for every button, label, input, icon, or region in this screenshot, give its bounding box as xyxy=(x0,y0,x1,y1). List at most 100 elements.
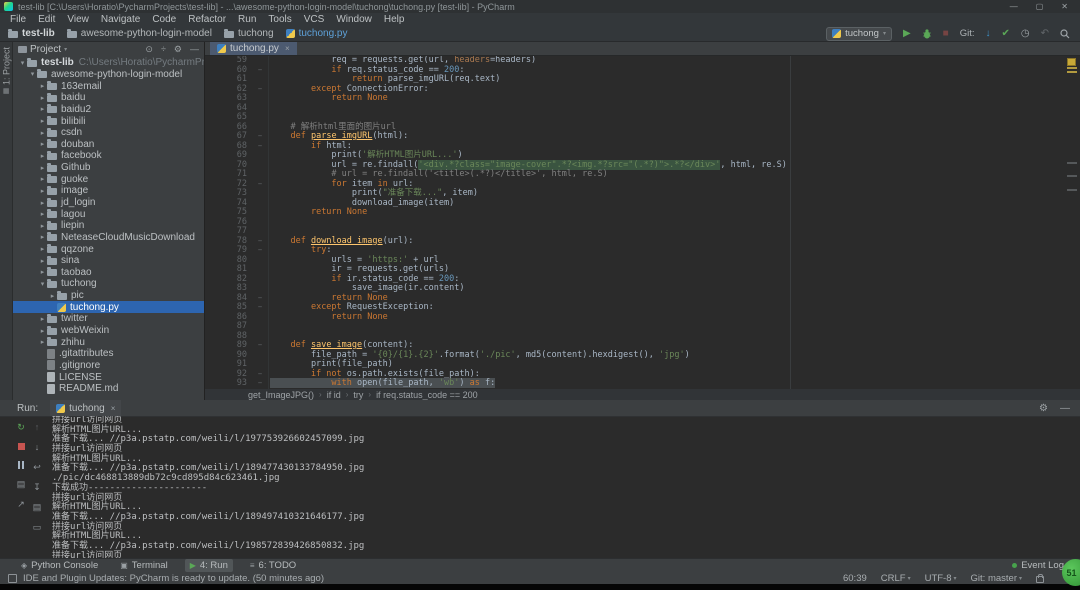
stop-icon[interactable] xyxy=(17,443,25,450)
minimize-panel-icon[interactable]: — xyxy=(1060,403,1070,414)
editor-breadcrumb-item[interactable]: try xyxy=(353,390,363,400)
maximize-button[interactable]: ▢ xyxy=(1036,2,1044,11)
breadcrumb-item[interactable]: awesome-python-login-model xyxy=(66,28,212,39)
editor-breadcrumb-item[interactable]: if id xyxy=(327,390,341,400)
arrow-right-icon[interactable]: ▸ xyxy=(38,82,47,90)
local-history-button[interactable]: ◷ xyxy=(1021,28,1030,39)
arrow-right-icon[interactable]: ▸ xyxy=(38,94,47,102)
gear-icon[interactable]: ⚙ xyxy=(1039,403,1048,414)
tree-item-tuchong[interactable]: ▾ tuchong xyxy=(13,278,204,290)
collapse-all-icon[interactable]: ÷ xyxy=(161,45,166,54)
arrow-right-icon[interactable]: ▸ xyxy=(38,222,47,230)
editor-breadcrumb-item[interactable]: if req.status_code == 200 xyxy=(376,390,478,400)
chevron-down-icon[interactable]: ▾ xyxy=(64,46,67,53)
fold-marker-icon[interactable]: − xyxy=(253,370,267,380)
fold-marker-icon[interactable]: − xyxy=(253,132,267,142)
tree-item-awesome-python-login-model[interactable]: ▾ awesome-python-login-model xyxy=(13,69,204,81)
fold-marker-icon[interactable]: − xyxy=(253,246,267,256)
run-console-output[interactable]: 拼接url访问网页 解析HTML图片URL... 准备下载... //p3a.pst… xyxy=(52,416,1076,558)
arrow-right-icon[interactable]: ▸ xyxy=(38,233,47,241)
close-button[interactable]: ✕ xyxy=(1061,2,1068,11)
status-widget-60-39[interactable]: 60:39 xyxy=(843,573,867,584)
arrow-down-icon[interactable]: ▾ xyxy=(38,280,47,288)
tree-item-taobao[interactable]: ▸ taobao xyxy=(13,267,204,279)
scrollend-icon[interactable]: ↧ xyxy=(33,483,41,492)
tree-item-github[interactable]: ▸ Github xyxy=(13,162,204,174)
arrow-right-icon[interactable]: ▸ xyxy=(38,129,47,137)
tree-item-tuchong-py[interactable]: tuchong.py xyxy=(13,301,204,314)
arrow-right-icon[interactable]: ▸ xyxy=(38,315,47,323)
arrow-right-icon[interactable]: ▸ xyxy=(38,187,47,195)
menu-run[interactable]: Run xyxy=(232,14,262,25)
editor-breadcrumb-item[interactable]: get_ImageJPG() xyxy=(248,390,314,400)
tree-item--gitattributes[interactable]: .gitattributes xyxy=(13,348,204,360)
arrow-right-icon[interactable]: ▸ xyxy=(38,210,47,218)
tree-item-test-lib[interactable]: ▾ test-lib C:\Users\Horatio\PycharmProject… xyxy=(13,57,204,69)
tree-item-license[interactable]: LICENSE xyxy=(13,371,204,383)
stripe-mark[interactable] xyxy=(1067,162,1077,164)
fold-marker-icon[interactable]: − xyxy=(253,180,267,190)
menu-navigate[interactable]: Navigate xyxy=(95,14,146,25)
up-icon[interactable]: ↑ xyxy=(35,423,40,432)
tree-item-guoke[interactable]: ▸ guoke xyxy=(13,173,204,185)
arrow-right-icon[interactable]: ▸ xyxy=(38,268,47,276)
toolwindow-button-4-run[interactable]: ▶ 4: Run xyxy=(184,559,233,572)
undo-button[interactable]: ↶ xyxy=(1041,28,1049,39)
arrow-down-icon[interactable]: ▾ xyxy=(28,70,37,78)
debug-button[interactable] xyxy=(922,28,932,39)
arrow-right-icon[interactable]: ▸ xyxy=(38,117,47,125)
tree-item-163email[interactable]: ▸ 163email xyxy=(13,80,204,92)
tree-item-qqzone[interactable]: ▸ qqzone xyxy=(13,243,204,255)
arrow-right-icon[interactable]: ▸ xyxy=(38,199,47,207)
editor-tab-tuchong[interactable]: tuchong.py × xyxy=(210,42,297,55)
arrow-right-icon[interactable]: ▸ xyxy=(38,140,47,148)
arrow-right-icon[interactable]: ▸ xyxy=(48,292,57,300)
menu-help[interactable]: Help xyxy=(378,14,411,25)
fold-marker-icon[interactable]: − xyxy=(253,142,267,152)
status-widget-crlf[interactable]: CRLF ▾ xyxy=(881,573,911,584)
tree-item-readme-md[interactable]: README.md xyxy=(13,383,204,395)
pin-icon[interactable]: ↗ xyxy=(17,500,25,509)
search-everywhere-button[interactable] xyxy=(1060,28,1070,39)
tree-item-twitter[interactable]: ▸ twitter xyxy=(13,313,204,325)
run-tab-tuchong[interactable]: tuchong × xyxy=(50,400,122,416)
toolwindow-button-terminal[interactable]: ▣ Terminal xyxy=(115,559,172,572)
fold-marker-icon[interactable]: − xyxy=(253,66,267,76)
line-number[interactable]: 93 xyxy=(205,378,253,389)
arrow-down-icon[interactable]: ▾ xyxy=(18,59,27,67)
arrow-right-icon[interactable]: ▸ xyxy=(38,245,47,253)
menu-code[interactable]: Code xyxy=(146,14,182,25)
close-tab-icon[interactable]: × xyxy=(285,44,290,53)
minimize-panel-icon[interactable]: — xyxy=(190,45,199,54)
tree-item-baidu[interactable]: ▸ baidu xyxy=(13,92,204,104)
tree-item-douban[interactable]: ▸ douban xyxy=(13,138,204,150)
vcs-update-button[interactable]: ↓ xyxy=(985,28,990,39)
rerun-icon[interactable]: ↻ xyxy=(17,423,25,432)
menu-refactor[interactable]: Refactor xyxy=(182,14,232,25)
arrow-right-icon[interactable]: ▸ xyxy=(38,105,47,113)
arrow-right-icon[interactable]: ▸ xyxy=(38,164,47,172)
tree-item-webweixin[interactable]: ▸ webWeixin xyxy=(13,325,204,337)
run-button[interactable]: ▶ xyxy=(903,28,911,39)
print-icon[interactable]: ▤ xyxy=(33,503,42,512)
lock-icon[interactable] xyxy=(1036,573,1044,583)
clear-icon[interactable]: ▭ xyxy=(33,523,42,532)
breadcrumb-item[interactable]: tuchong.py xyxy=(285,28,348,39)
code-editor[interactable]: 59 req = requests.get(url, headers=heade… xyxy=(205,56,1066,389)
toolwindow-button-project[interactable]: ▦ 1: Project xyxy=(0,47,13,96)
minimize-button[interactable]: — xyxy=(1010,2,1018,11)
run-config-selector[interactable]: tuchong ▾ xyxy=(826,26,892,41)
tree-item-zhihu[interactable]: ▸ zhihu xyxy=(13,336,204,348)
warning-stripe-mark[interactable] xyxy=(1067,71,1077,73)
tree-item-image[interactable]: ▸ image xyxy=(13,185,204,197)
fold-marker-icon[interactable]: − xyxy=(253,85,267,95)
menu-tools[interactable]: Tools xyxy=(262,14,297,25)
menu-view[interactable]: View xyxy=(61,14,95,25)
vcs-commit-button[interactable]: ✔ xyxy=(1001,28,1009,39)
softwrap-icon[interactable]: ↩ xyxy=(33,463,41,472)
status-widget-utf-8[interactable]: UTF-8 ▾ xyxy=(925,573,957,584)
layout-icon[interactable]: ▤ xyxy=(17,480,26,489)
fold-marker-icon[interactable]: − xyxy=(253,237,267,247)
tree-item-baidu2[interactable]: ▸ baidu2 xyxy=(13,104,204,116)
stripe-mark[interactable] xyxy=(1067,189,1077,191)
